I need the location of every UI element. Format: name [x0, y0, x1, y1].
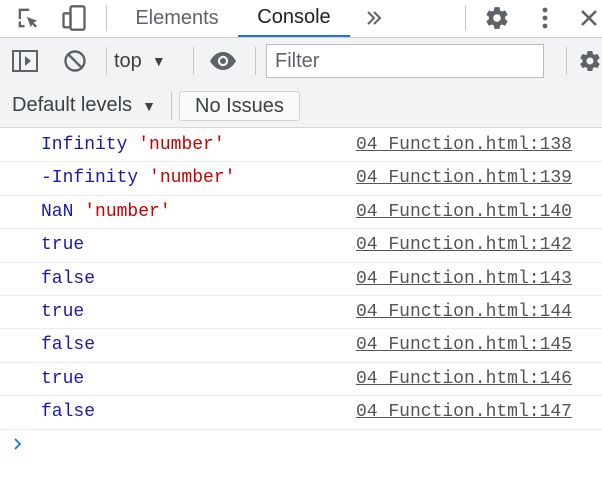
eye-icon[interactable]: [204, 38, 242, 84]
toolbar-divider: [566, 47, 567, 75]
console-prompt[interactable]: [0, 430, 602, 462]
message-string: 'number': [84, 201, 171, 222]
source-link[interactable]: 04 Function.html:140: [356, 196, 572, 229]
levels-divider: [171, 92, 172, 120]
console-message: Infinity 'number' 04 Function.html:138: [0, 129, 602, 163]
console-message: true 04 Function.html:146: [0, 363, 602, 397]
message-value: true: [41, 368, 85, 389]
console-message: true 04 Function.html:142: [0, 229, 602, 263]
kebab-menu-icon[interactable]: [530, 0, 560, 36]
message-value: true: [41, 235, 85, 256]
tab-elements[interactable]: Elements: [124, 0, 230, 37]
message-value: false: [41, 335, 96, 356]
console-message: true 04 Function.html:144: [0, 296, 602, 330]
message-value: false: [41, 268, 96, 289]
message-string: 'number': [138, 135, 225, 155]
clear-console-icon[interactable]: [56, 38, 94, 84]
toolbar-divider: [106, 47, 107, 75]
message-value: Infinity: [41, 135, 128, 155]
more-tabs-icon[interactable]: [360, 0, 388, 36]
gear-icon[interactable]: [480, 0, 514, 36]
tab-console[interactable]: Console: [238, 0, 350, 37]
message-value: -Infinity: [41, 168, 139, 189]
source-link[interactable]: 04 Function.html:143: [356, 263, 572, 296]
sidebar-toggle-icon[interactable]: [6, 38, 44, 84]
log-levels-dropdown[interactable]: Default levels ▼: [12, 84, 156, 127]
source-link[interactable]: 04 Function.html:142: [356, 229, 572, 262]
inspect-element-icon[interactable]: [8, 0, 48, 36]
close-icon[interactable]: [576, 0, 602, 36]
context-label: top: [114, 49, 142, 72]
chevron-right-icon: [12, 436, 24, 457]
console-message: NaN 'number' 04 Function.html:140: [0, 196, 602, 230]
gear-icon[interactable]: [578, 38, 602, 84]
toolbar-divider: [255, 47, 256, 75]
source-link[interactable]: 04 Function.html:144: [356, 296, 572, 329]
console-message: false 04 Function.html:147: [0, 396, 602, 430]
toolbar-divider: [193, 47, 194, 75]
log-levels-label: Default levels: [12, 94, 133, 116]
source-link[interactable]: 04 Function.html:146: [356, 363, 572, 396]
console-message: false 04 Function.html:143: [0, 263, 602, 296]
message-value: NaN: [41, 201, 74, 222]
source-link[interactable]: 04 Function.html:139: [356, 162, 572, 195]
caret-down-icon: ▼: [142, 97, 156, 114]
source-link[interactable]: 04 Function.html:138: [356, 129, 572, 162]
message-value: true: [41, 301, 85, 322]
message-value: false: [41, 402, 96, 423]
context-selector[interactable]: top ▼: [114, 38, 184, 84]
console-messages: Infinity 'number' 04 Function.html:138 -…: [0, 129, 602, 430]
tabbar-divider: [106, 5, 107, 31]
message-string: 'number': [149, 168, 236, 189]
filter-input[interactable]: [266, 44, 544, 78]
source-link[interactable]: 04 Function.html:147: [356, 396, 572, 429]
source-link[interactable]: 04 Function.html:145: [356, 329, 572, 362]
devtools-tabbar: Elements Console: [0, 0, 602, 38]
issues-button[interactable]: No Issues: [179, 91, 300, 121]
levels-bar: Default levels ▼ No Issues: [0, 84, 602, 128]
console-message: -Infinity 'number' 04 Function.html:139: [0, 162, 602, 196]
tabbar-divider: [465, 5, 466, 31]
console-message: false 04 Function.html:145: [0, 329, 602, 363]
device-toolbar-icon[interactable]: [54, 0, 94, 36]
caret-down-icon: ▼: [151, 53, 166, 69]
